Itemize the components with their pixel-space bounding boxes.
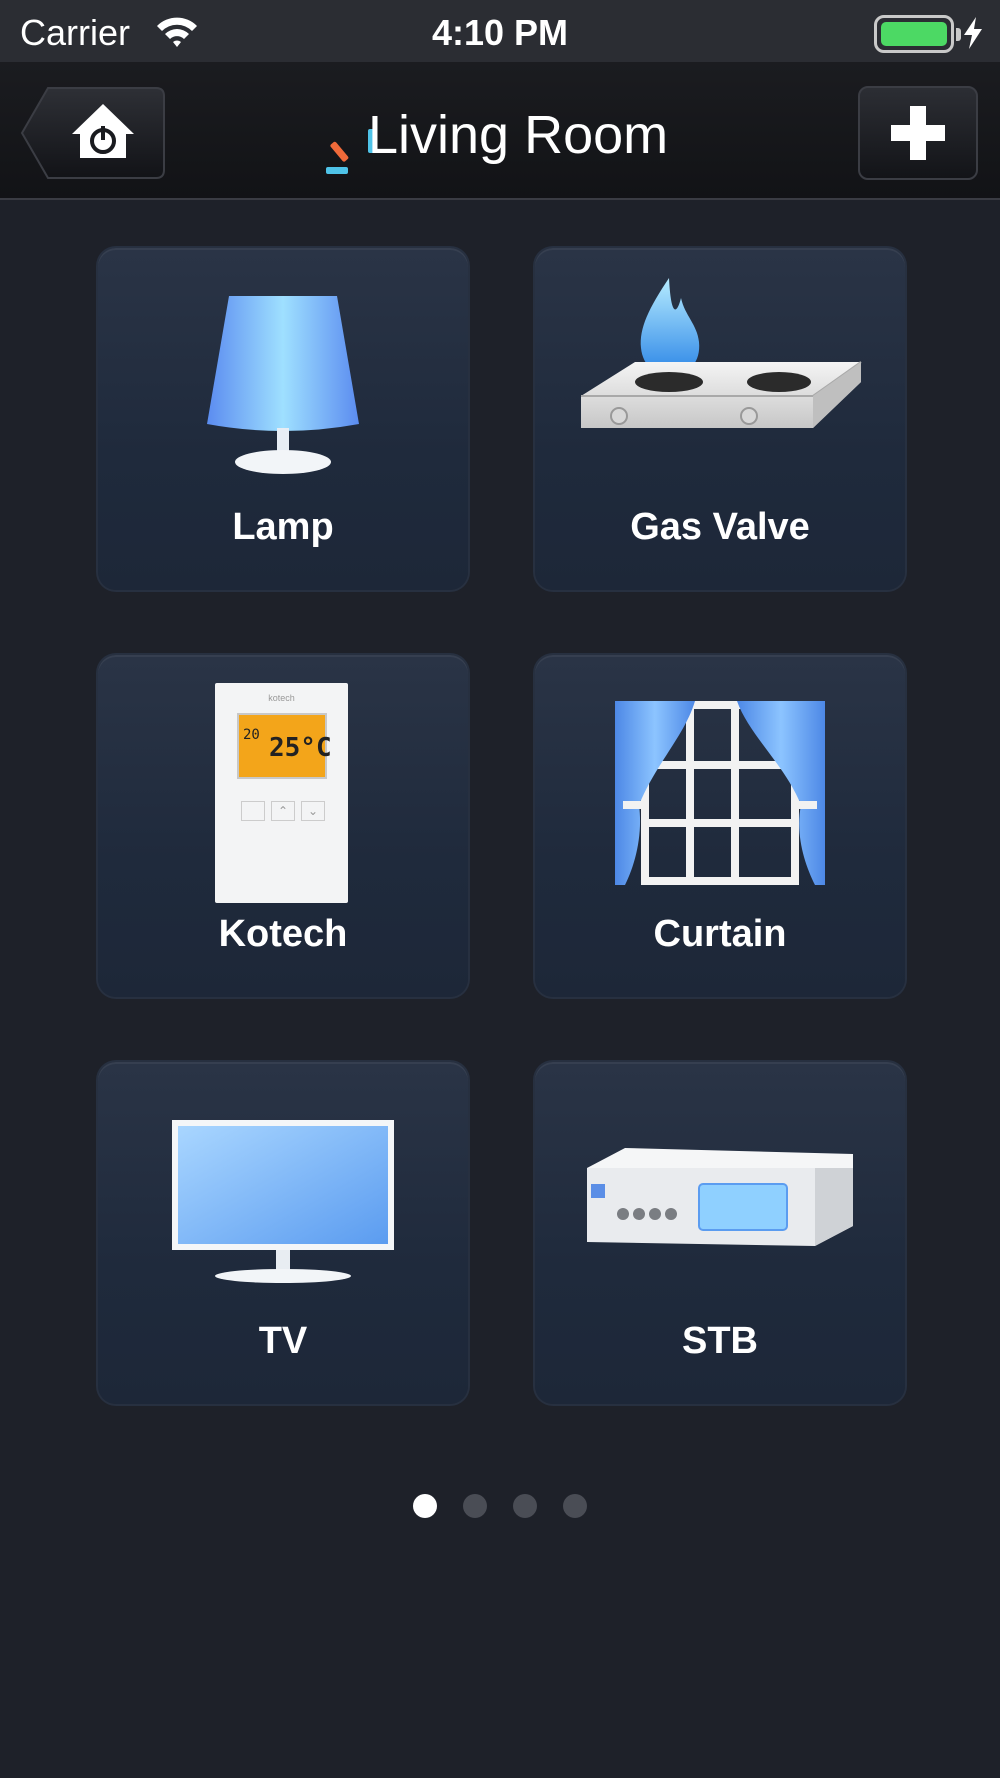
thermostat-set-temp: 20 [243, 727, 260, 743]
page-dot-4[interactable] [563, 1494, 587, 1518]
thermostat-icon: kotech 20 25°C ⌃ ⌄ [215, 683, 348, 903]
device-tile-stb[interactable]: STB [535, 1062, 905, 1404]
device-label: STB [682, 1320, 758, 1362]
thermostat-brand: kotech [268, 693, 295, 703]
lamp-icon [207, 296, 359, 474]
device-label: TV [258, 1320, 308, 1362]
charging-bolt-icon [964, 17, 982, 49]
status-bar: Carrier 4:10 PM [0, 0, 1000, 62]
device-label: Kotech [218, 913, 348, 955]
status-time: 4:10 PM [431, 12, 569, 53]
page-dot-1[interactable] [413, 1494, 437, 1518]
page-dot-3[interactable] [513, 1494, 537, 1518]
device-tile-kotech[interactable]: kotech 20 25°C ⌃ ⌄ Kotech [98, 655, 468, 997]
page-dot-2[interactable] [463, 1494, 487, 1518]
nav-bar: Living Room [0, 62, 1000, 200]
tv-icon [172, 1120, 394, 1283]
device-tile-lamp[interactable]: Lamp [98, 248, 468, 590]
plus-icon [891, 106, 945, 160]
device-tile-tv[interactable]: TV [98, 1062, 468, 1404]
page-title: Living Room [368, 105, 669, 165]
thermostat-up-button: ⌃ [271, 801, 295, 821]
thermostat-down-button: ⌄ [301, 801, 325, 821]
thermostat-temp: 25°C [269, 733, 332, 763]
device-label: Lamp [232, 506, 334, 548]
battery-icon [874, 15, 961, 53]
thermostat-display: 20 25°C [237, 713, 332, 779]
device-label: Gas Valve [630, 506, 810, 548]
home-back-button[interactable] [20, 86, 166, 180]
device-tile-curtain[interactable]: Curtain [535, 655, 905, 997]
curtain-icon [615, 701, 825, 885]
device-tile-gas-valve[interactable]: Gas Valve [535, 248, 905, 590]
gas-stove-icon [581, 278, 862, 428]
set-top-box-icon [587, 1148, 853, 1246]
add-button[interactable] [858, 86, 978, 180]
page-indicator[interactable] [0, 1494, 1000, 1518]
battery-level [881, 22, 947, 46]
device-label: Curtain [653, 913, 787, 955]
